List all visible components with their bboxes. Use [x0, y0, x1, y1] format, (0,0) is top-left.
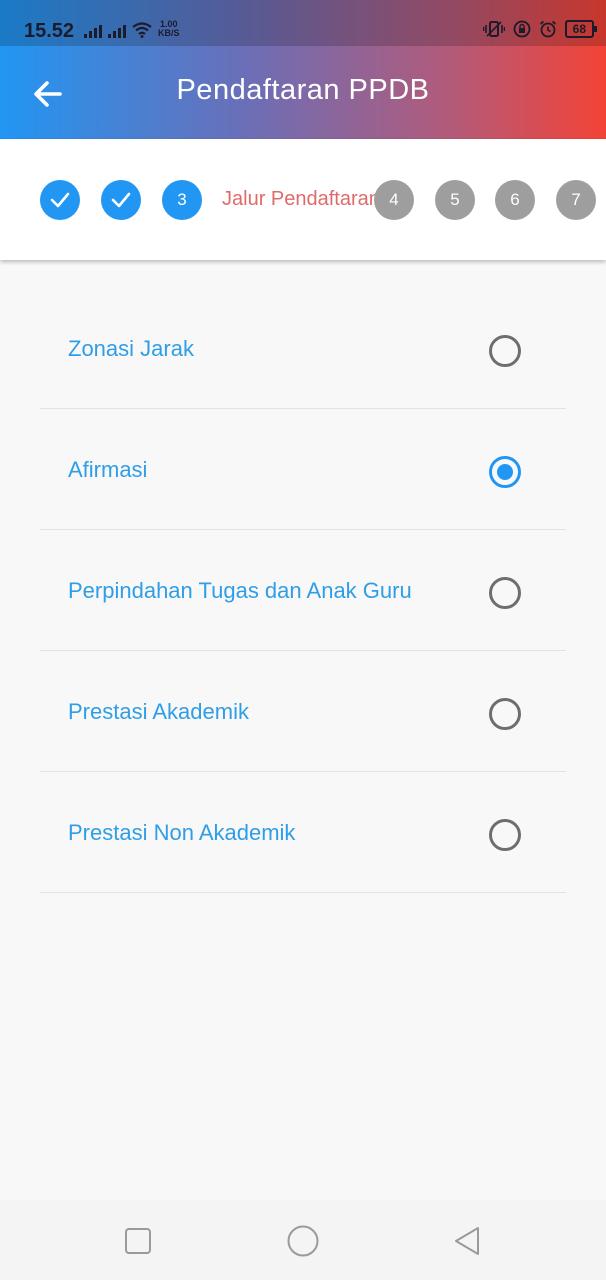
radio-button[interactable] [489, 819, 521, 851]
step-7[interactable]: 7 [556, 180, 596, 220]
back-nav-button[interactable] [451, 1224, 485, 1258]
triangle-back-icon [455, 1227, 479, 1255]
step-label-active: Jalur Pendaftaran [222, 188, 380, 210]
option-label: Zonasi Jarak [68, 336, 194, 361]
app-bar: Pendaftaran PPDB [0, 46, 606, 139]
step-6[interactable]: 6 [495, 180, 535, 220]
step-4[interactable]: 4 [374, 180, 414, 220]
radio-button[interactable] [489, 577, 521, 609]
option-zonasi-jarak[interactable]: Zonasi Jarak [40, 288, 566, 409]
option-label: Perpindahan Tugas dan Anak Guru [68, 578, 412, 603]
option-prestasi-akademik[interactable]: Prestasi Akademik [40, 651, 566, 772]
lock-rotation-icon [513, 20, 531, 38]
step-2[interactable] [101, 180, 141, 220]
header: 15.52 1.00 KB/S 68 Pendaftaran PPDB [0, 0, 606, 139]
status-icons-right: 68 [482, 20, 598, 38]
alarm-icon [539, 20, 556, 38]
circle-icon [287, 1225, 319, 1257]
net-speed-unit: KB/S [158, 28, 180, 38]
recent-apps-button[interactable] [121, 1224, 155, 1258]
page-title: Pendaftaran PPDB [176, 74, 430, 106]
home-button[interactable] [286, 1224, 320, 1258]
option-label: Prestasi Akademik [68, 699, 249, 724]
status-bar: 15.52 1.00 KB/S 68 [0, 0, 606, 46]
option-perpindahan-tugas[interactable]: Perpindahan Tugas dan Anak Guru [40, 530, 566, 651]
step-1[interactable] [40, 180, 80, 220]
system-nav-bar [0, 1200, 606, 1280]
option-label: Prestasi Non Akademik [68, 820, 296, 845]
square-icon [125, 1228, 151, 1254]
option-prestasi-non-akademik[interactable]: Prestasi Non Akademik [40, 772, 566, 893]
option-afirmasi[interactable]: Afirmasi [40, 409, 566, 530]
net-speed: 1.00 KB/S [158, 20, 180, 38]
registration-path-list: Zonasi Jarak Afirmasi Perpindahan Tugas … [40, 288, 566, 893]
stepper: 3 Jalur Pendaftaran 4 5 6 7 [0, 139, 606, 260]
signal-icon [108, 22, 126, 38]
radio-button[interactable] [489, 335, 521, 367]
option-label: Afirmasi [68, 457, 148, 482]
radio-button-selected[interactable] [489, 456, 521, 488]
step-3[interactable]: 3 [162, 180, 202, 220]
step-5[interactable]: 5 [435, 180, 475, 220]
wifi-icon [132, 22, 152, 38]
radio-button[interactable] [489, 698, 521, 730]
signal-icon [84, 22, 102, 38]
check-icon [111, 192, 131, 208]
battery-indicator: 68 [564, 20, 598, 38]
status-icons-left: 1.00 KB/S [84, 20, 180, 38]
check-icon [50, 192, 70, 208]
status-time: 15.52 [24, 20, 75, 42]
vibrate-icon [482, 21, 505, 37]
